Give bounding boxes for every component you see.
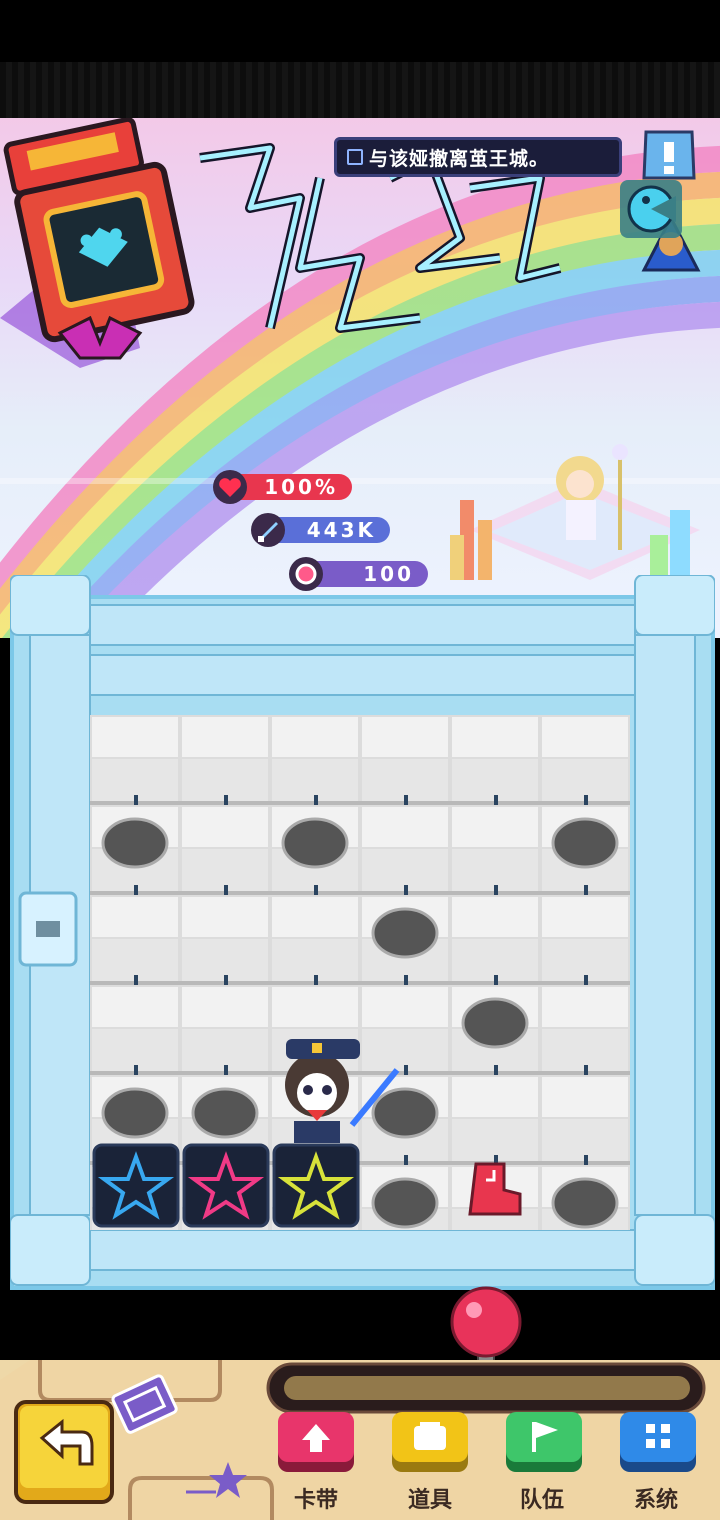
game-screen: 与该娅撤离茧王城。 100% 443K 100 卡带 道具 队伍 系统 [0, 0, 720, 1520]
system-label[interactable]: 系统 [611, 1482, 701, 1514]
hole [371, 1177, 439, 1229]
pink-star-card[interactable] [182, 1143, 270, 1228]
chat-icon[interactable] [618, 178, 684, 240]
boot-item[interactable] [466, 1160, 524, 1218]
heart-icon [213, 470, 247, 504]
hole [551, 817, 619, 869]
hp-stat: 100% [213, 470, 352, 504]
quest-text: 与该娅撤离茧王城。 [369, 147, 550, 170]
team-button[interactable] [504, 1410, 584, 1474]
hole [551, 1177, 619, 1229]
cards-label[interactable]: 卡带 [271, 1482, 361, 1514]
items-button[interactable] [390, 1410, 470, 1474]
blue-star-card[interactable] [92, 1143, 180, 1228]
hole [101, 1087, 169, 1139]
attack-value: 443K [306, 518, 376, 542]
status-bar [0, 0, 720, 118]
hole [101, 817, 169, 869]
ticket-icon[interactable] [110, 1374, 180, 1436]
system-button[interactable] [618, 1410, 698, 1474]
quest-banner[interactable]: 与该娅撤离茧王城。 [334, 137, 622, 177]
hp-value: 100% [264, 475, 338, 499]
hole [371, 907, 439, 959]
quest-checkbox-icon [347, 149, 363, 165]
hole [461, 997, 529, 1049]
hole [281, 817, 349, 869]
team-label[interactable]: 队伍 [497, 1482, 587, 1514]
back-button[interactable] [12, 1398, 116, 1506]
sword-icon [251, 513, 285, 547]
hole [191, 1087, 259, 1139]
star-icon [186, 1462, 247, 1498]
yellow-star-card[interactable] [272, 1143, 360, 1228]
cards-button[interactable] [276, 1410, 356, 1474]
attack-stat: 443K [251, 513, 390, 547]
items-label[interactable]: 道具 [385, 1482, 475, 1514]
player-character[interactable] [272, 1035, 402, 1145]
